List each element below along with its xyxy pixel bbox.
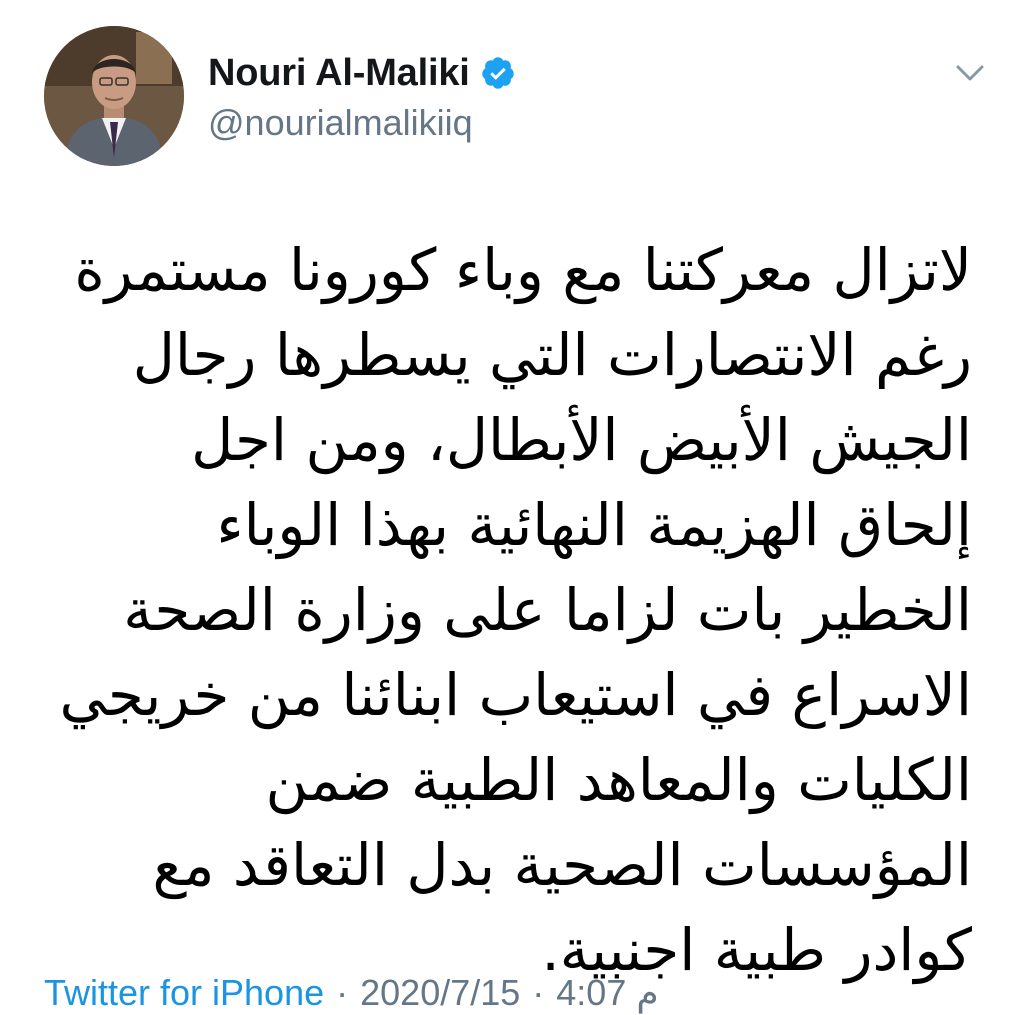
author-handle[interactable]: @nourialmalikiiq [208,102,473,144]
author-avatar[interactable] [44,26,184,166]
tweet-card: Nouri Al-Maliki @nourialmalikiiq لاتزال … [0,0,1024,1015]
tweet-metadata: Twitter for iPhone · 2020/7/15 · م 4:07 [44,972,659,1014]
separator: · [532,972,545,1013]
avatar-photo [44,26,184,166]
author-display-name[interactable]: Nouri Al-Maliki [208,52,470,95]
author-name-row: Nouri Al-Maliki [208,48,516,98]
source-link[interactable]: Twitter for iPhone [44,972,324,1014]
tweet-date[interactable]: 2020/7/15 [360,972,520,1014]
verified-badge-icon [480,55,516,91]
chevron-down-icon[interactable] [950,58,990,88]
tweet-time[interactable]: م 4:07 [556,972,658,1014]
tweet-body-text: لاتزال معركتنا مع وباء كورونا مستمرة رغم… [59,236,972,984]
separator: · [336,972,349,1013]
